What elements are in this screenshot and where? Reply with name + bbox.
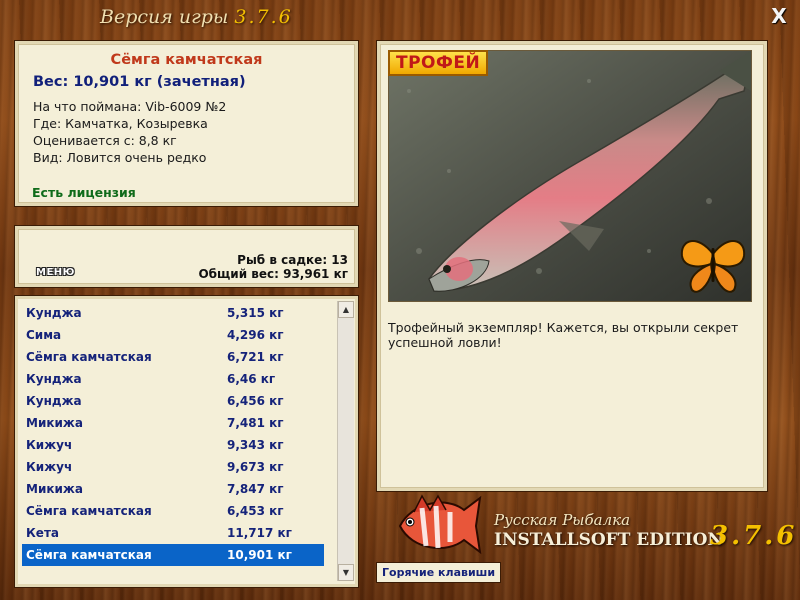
fish-weight: Вес: 10,901 кг (зачетная) bbox=[33, 74, 246, 90]
catch-fish-name: Микижа bbox=[26, 482, 83, 496]
catch-fish-weight: 6,456 кг bbox=[227, 394, 284, 408]
catch-fish-name: Сёмга камчатская bbox=[26, 350, 152, 364]
catch-fish-weight: 6,721 кг bbox=[227, 350, 284, 364]
catch-fish-name: Кижуч bbox=[26, 438, 73, 452]
catch-list-scrollbar[interactable]: ▲ ▼ bbox=[337, 301, 354, 581]
fish-info-panel: Сёмга камчатская Вес: 10,901 кг (зачетна… bbox=[15, 41, 358, 206]
close-icon[interactable]: X bbox=[768, 5, 790, 27]
catch-list-row[interactable]: Сёмга камчатская 10,901 кг bbox=[22, 544, 324, 566]
butterfly-icon bbox=[680, 240, 746, 293]
logo-version: 3.7.6 bbox=[710, 521, 798, 551]
catch-list-row[interactable]: Кунджа 6,46 кг bbox=[22, 368, 324, 390]
catch-fish-name: Микижа bbox=[26, 416, 83, 430]
catch-fish-weight: 5,315 кг bbox=[227, 306, 284, 320]
catch-fish-name: Сёмга камчатская bbox=[26, 504, 152, 518]
hotkeys-button[interactable]: Горячие клавиши bbox=[376, 562, 502, 583]
catch-fish-weight: 6,453 кг bbox=[227, 504, 284, 518]
license-status: Есть лицензия bbox=[32, 185, 136, 200]
catch-list-row[interactable]: Микижа 7,847 кг bbox=[22, 478, 324, 500]
catch-list: Кунджа 5,315 кг Сима 4,296 кг Сёмга камчатск… bbox=[15, 296, 358, 587]
menu-button[interactable]: МЕНЮ bbox=[36, 267, 75, 278]
fish-bait: На что поймана: Vib-6009 №2 bbox=[33, 99, 227, 114]
trophy-badge: ТРОФЕЙ bbox=[388, 50, 489, 76]
catch-fish-weight: 4,296 кг bbox=[227, 328, 284, 342]
catch-list-row[interactable]: Сёмга камчатская 6,453 кг bbox=[22, 500, 324, 522]
catch-fish-name: Сима bbox=[26, 328, 62, 342]
title-version: 3.7.6 bbox=[234, 6, 293, 28]
fish-threshold: Оценивается с: 8,8 кг bbox=[33, 133, 177, 148]
fish-rarity: Вид: Ловится очень редко bbox=[33, 150, 207, 165]
total-weight: Общий вес: 93,961 кг bbox=[198, 267, 348, 281]
catch-list-row[interactable]: Микижа 7,481 кг bbox=[22, 412, 324, 434]
catch-list-row[interactable]: Кета 11,717 кг bbox=[22, 522, 324, 544]
scroll-down-icon[interactable]: ▼ bbox=[338, 564, 354, 581]
catch-list-row[interactable]: Кижуч 9,343 кг bbox=[22, 434, 324, 456]
catch-fish-weight: 11,717 кг bbox=[227, 526, 292, 540]
game-window: Версия игры 3.7.6 X Сёмга камчатская Вес… bbox=[0, 0, 800, 600]
title-prefix: Версия игры bbox=[100, 6, 229, 28]
catch-list-row[interactable]: Сима 4,296 кг bbox=[22, 324, 324, 346]
catch-fish-name: Кета bbox=[26, 526, 59, 540]
scroll-up-icon[interactable]: ▲ bbox=[338, 301, 354, 318]
logo-subtitle: Русская Рыбалка bbox=[494, 511, 631, 529]
catch-fish-name: Кунджа bbox=[26, 394, 82, 408]
catch-fish-weight: 9,343 кг bbox=[227, 438, 284, 452]
trophy-description: Трофейный экземпляр! Кажется, вы открыли… bbox=[388, 320, 739, 350]
fish-count: Рыб в садке: 13 bbox=[237, 253, 348, 267]
catch-list-row[interactable]: Кунджа 6,456 кг bbox=[22, 390, 324, 412]
catch-fish-weight: 9,673 кг bbox=[227, 460, 284, 474]
catch-fish-name: Сёмга камчатская bbox=[26, 548, 152, 562]
fish-place: Где: Камчатка, Козыревка bbox=[33, 116, 208, 131]
catch-list-row[interactable]: Сёмга камчатская 6,721 кг bbox=[22, 346, 324, 368]
fish-name: Сёмга камчатская bbox=[110, 52, 263, 68]
perch-logo-icon bbox=[398, 494, 482, 555]
catch-list-row[interactable]: Кижуч 9,673 кг bbox=[22, 456, 324, 478]
catch-list-row[interactable]: Кунджа 5,315 кг bbox=[22, 302, 324, 324]
catch-fish-name: Кунджа bbox=[26, 306, 82, 320]
catch-fish-weight: 6,46 кг bbox=[227, 372, 276, 386]
logo-edition: INSTALLSOFT EDITION bbox=[494, 530, 723, 550]
catch-fish-weight: 7,847 кг bbox=[227, 482, 284, 496]
catch-fish-weight: 10,901 кг bbox=[227, 548, 292, 562]
catch-fish-weight: 7,481 кг bbox=[227, 416, 284, 430]
catch-fish-name: Кижуч bbox=[26, 460, 73, 474]
catch-list-rows: Кунджа 5,315 кг Сима 4,296 кг Сёмга камчатск… bbox=[22, 302, 324, 566]
trophy-photo-panel: ТРОФЕЙ Трофейный экземпляр! Кажется, вы … bbox=[377, 41, 767, 491]
window-title: Версия игры 3.7.6 bbox=[100, 6, 293, 28]
keepnet-stats-panel: МЕНЮ Рыб в садке: 13 Общий вес: 93,961 к… bbox=[15, 226, 358, 287]
catch-fish-name: Кунджа bbox=[26, 372, 82, 386]
